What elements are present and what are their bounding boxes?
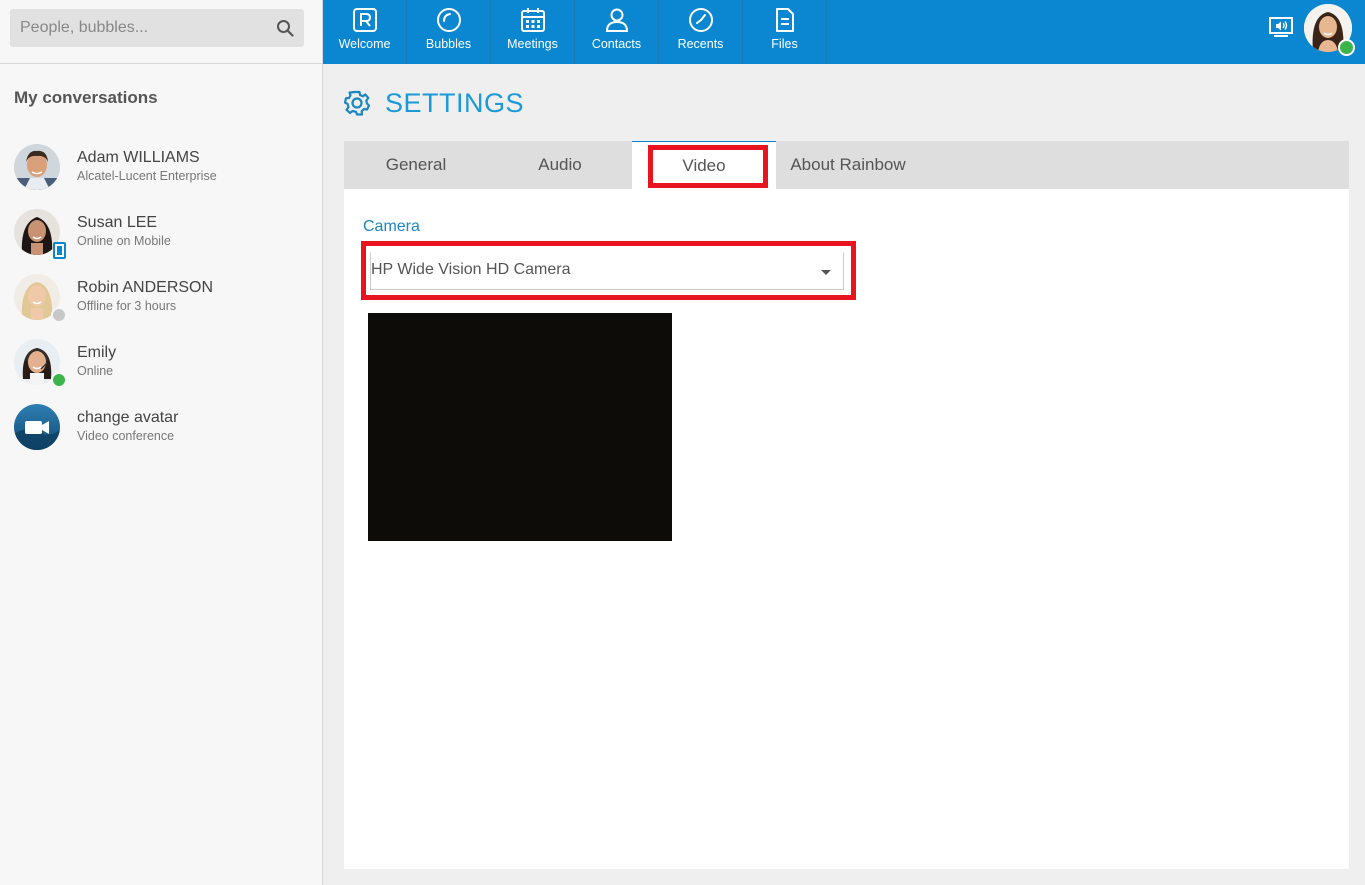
conversation-name: Robin ANDERSON xyxy=(77,279,214,296)
conversation-subtitle: Online on Mobile xyxy=(77,234,171,248)
conversation-item[interactable]: Robin ANDERSON Offline for 3 hours xyxy=(0,264,322,329)
nav-welcome[interactable]: Welcome xyxy=(323,0,407,64)
tab-general[interactable]: General xyxy=(344,141,488,189)
online-status-icon xyxy=(1338,39,1355,56)
top-navigation-bar: Welcome Bubbles Meetings Contacts Recent… xyxy=(323,0,1365,64)
sidebar: My conversations Adam WILLIAMS Alcatel-L… xyxy=(0,0,323,885)
settings-panel: General Audio Video About Rainbow Camera… xyxy=(344,141,1349,869)
nav-contacts[interactable]: Contacts xyxy=(575,0,659,64)
video-tab-highlight xyxy=(648,145,768,188)
avatar xyxy=(14,338,67,388)
camera-select[interactable]: HP Wide Vision HD Camera xyxy=(370,252,844,290)
settings-title: SETTINGS xyxy=(385,87,525,118)
chevron-down-icon xyxy=(821,270,831,275)
search-icon[interactable] xyxy=(276,19,294,37)
conversation-item[interactable]: Emily Online xyxy=(0,329,322,394)
conversation-item[interactable]: Susan LEE Online on Mobile xyxy=(0,199,322,264)
nav-recents[interactable]: Recents xyxy=(659,0,743,64)
conversation-subtitle: Online xyxy=(77,364,114,378)
nav-files[interactable]: Files xyxy=(743,0,827,64)
camera-preview xyxy=(368,313,672,541)
online-status-icon xyxy=(51,371,67,388)
avatar xyxy=(14,208,66,259)
conversation-item[interactable]: change avatar Video conference xyxy=(0,394,322,459)
nav-label: Recents xyxy=(677,37,724,51)
nav-label: Bubbles xyxy=(425,37,472,51)
conversation-name: Susan LEE xyxy=(77,214,158,231)
nav-label: Contacts xyxy=(591,37,642,51)
nav-label: Files xyxy=(771,37,798,51)
camera-label: Camera xyxy=(363,218,420,235)
conversation-item[interactable]: Adam WILLIAMS Alcatel-Lucent Enterprise xyxy=(0,134,322,199)
search-input[interactable] xyxy=(10,9,304,47)
conversation-name: Emily xyxy=(77,344,117,361)
conversation-subtitle: Offline for 3 hours xyxy=(77,299,177,313)
conversation-name: Adam WILLIAMS xyxy=(77,149,200,166)
conversation-subtitle: Video conference xyxy=(77,429,175,443)
nav-bubbles[interactable]: Bubbles xyxy=(407,0,491,64)
camera-select-value: HP Wide Vision HD Camera xyxy=(371,261,571,278)
avatar xyxy=(14,403,60,450)
clock-icon xyxy=(689,8,713,32)
main-content: SETTINGS General Audio Video About Rainb… xyxy=(323,64,1365,885)
offline-status-icon xyxy=(51,306,67,323)
avatar xyxy=(14,143,60,190)
page-title: SETTINGS xyxy=(343,86,524,120)
conversations-heading: My conversations xyxy=(14,88,158,107)
nav-label: Meetings xyxy=(507,37,558,51)
calendar-icon xyxy=(521,8,545,32)
avatar xyxy=(14,273,67,323)
gear-icon xyxy=(343,90,371,116)
conversation-name: change avatar xyxy=(77,409,179,426)
screen-share-icon[interactable] xyxy=(1269,16,1293,38)
bubbles-icon xyxy=(437,8,461,32)
tab-audio[interactable]: Audio xyxy=(488,141,632,189)
conversation-subtitle: Alcatel-Lucent Enterprise xyxy=(77,169,217,183)
tab-about-rainbow[interactable]: About Rainbow xyxy=(776,141,920,189)
file-icon xyxy=(776,8,794,32)
video-conference-icon xyxy=(14,403,60,450)
nav-meetings[interactable]: Meetings xyxy=(491,0,575,64)
settings-tabs: General Audio Video About Rainbow xyxy=(344,141,1349,189)
mobile-status-icon xyxy=(53,241,66,259)
user-avatar[interactable] xyxy=(1304,4,1355,56)
person-icon xyxy=(605,8,629,32)
search-box xyxy=(10,9,304,47)
search-bar xyxy=(0,0,322,64)
man-portrait-icon xyxy=(14,143,60,190)
nav-label: Welcome xyxy=(338,37,391,51)
rainbow-r-icon xyxy=(353,8,377,32)
